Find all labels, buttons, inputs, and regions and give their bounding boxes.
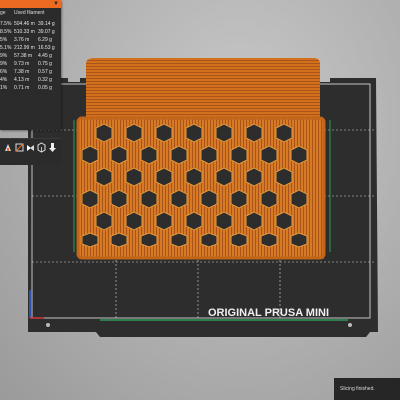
row-percent: 5.1% — [0, 45, 12, 51]
row-weight: 39.14 g — [38, 21, 55, 27]
row-length: 7.38 m — [14, 69, 30, 75]
row-percent: 9% — [0, 61, 8, 67]
row-length: 212.99 m — [14, 45, 35, 51]
row-length: 9.73 m — [14, 61, 30, 67]
stats-row: 5% 3.76 m 6.29 g — [0, 37, 61, 45]
stats-row: 5.1% 212.99 m 16.53 g — [0, 45, 61, 53]
row-weight: 0.05 g — [38, 85, 52, 91]
row-weight: 6.29 g — [38, 37, 52, 43]
3d-viewport[interactable]: ORIGINAL PRUSA MINI ▼ ge Used filament 7… — [0, 0, 400, 400]
row-length: 0.71 m — [14, 85, 30, 91]
bed-hole — [348, 323, 352, 327]
collapse-arrow-icon[interactable]: ▼ — [53, 1, 59, 7]
stats-row: 8.5% 510.33 m 39.07 g — [0, 29, 61, 37]
move-icon[interactable] — [4, 142, 13, 153]
scale-icon[interactable] — [26, 142, 35, 153]
row-percent: 7.5% — [0, 21, 12, 27]
stats-row: 9% 57.38 m 4.45 g — [0, 53, 61, 61]
row-percent: 6% — [0, 69, 8, 75]
row-length: 4.13 m — [14, 77, 30, 83]
row-percent: 4% — [0, 77, 8, 83]
row-weight: 0.75 g — [38, 61, 52, 67]
row-length: 3.76 m — [14, 37, 30, 43]
sliced-object[interactable] — [76, 58, 326, 260]
view-toolbar — [0, 138, 61, 165]
row-length: 57.38 m — [14, 53, 33, 59]
status-notification: Slicing finished. — [334, 378, 400, 400]
row-weight: 0.32 g — [38, 77, 52, 83]
bed-hole — [46, 323, 50, 327]
stats-row: 7.5% 504.46 m 39.14 g — [0, 21, 61, 29]
stats-row: 6% 7.38 m 0.57 g — [0, 69, 61, 77]
stats-row: 1% 0.71 m 0.05 g — [0, 85, 61, 93]
stats-row: 4% 4.13 m 0.32 g — [0, 77, 61, 85]
row-weight: 4.45 g — [38, 53, 52, 59]
row-weight: 16.53 g — [38, 45, 55, 51]
row-length: 510.33 m — [14, 29, 35, 35]
row-weight: 0.57 g — [38, 69, 52, 75]
header-col-used-filament: Used filament — [14, 10, 45, 16]
export-icon[interactable] — [48, 142, 57, 153]
bed-label: ORIGINAL PRUSA MINI — [208, 307, 329, 319]
row-length: 504.46 m — [14, 21, 35, 27]
rotate-icon[interactable] — [15, 142, 24, 153]
row-percent: 5% — [0, 37, 8, 43]
header-col-percent: ge — [0, 10, 6, 16]
row-weight: 39.07 g — [38, 29, 55, 35]
panel-header-bar[interactable]: ▼ — [0, 0, 61, 8]
stats-rows: 7.5% 504.46 m 39.14 g 8.5% 510.33 m 39.07 g … — [0, 21, 61, 93]
sliced-info-panel: ▼ ge Used filament 7.5% 504.46 m 39.14 g 8… — [0, 0, 61, 130]
stats-row: 9% 9.73 m 0.75 g — [0, 61, 61, 69]
view-icon[interactable] — [37, 142, 46, 153]
stats-header: ge Used filament — [0, 10, 61, 18]
row-percent: 1% — [0, 85, 8, 91]
row-percent: 8.5% — [0, 29, 12, 35]
row-percent: 9% — [0, 53, 8, 59]
